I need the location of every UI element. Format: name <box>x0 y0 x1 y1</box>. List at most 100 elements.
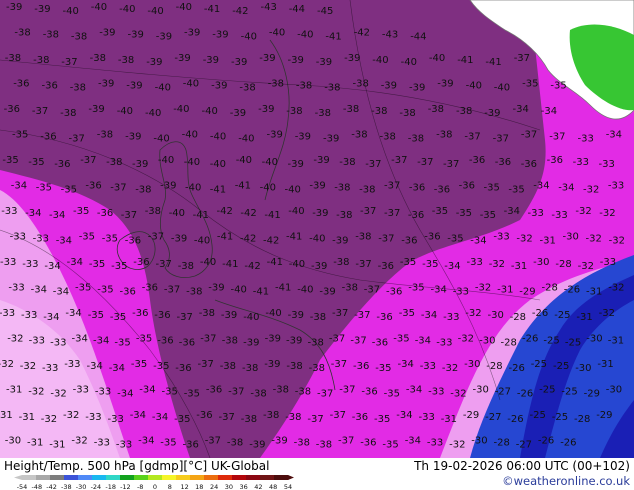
temp-label: -39 <box>344 53 360 64</box>
temp-label: -37 <box>148 232 164 243</box>
temp-label: -38 <box>310 312 326 323</box>
temp-label: -40 <box>117 106 133 117</box>
temp-label: -44 <box>289 4 305 15</box>
temp-label: -35 <box>400 257 416 268</box>
temp-label: -39 <box>484 108 500 119</box>
temp-label: -37 <box>514 53 530 64</box>
temp-label: -33 <box>453 287 469 298</box>
legend-tick-label: -54 <box>17 483 28 490</box>
temp-label: -35 <box>97 285 113 296</box>
temp-label: -31 <box>540 236 556 247</box>
temp-label: -33 <box>493 232 509 243</box>
temp-label: -33 <box>85 412 101 423</box>
temp-label: -37 <box>464 132 480 143</box>
temp-label: -35 <box>184 389 200 400</box>
temp-label: -36 <box>183 440 199 451</box>
temp-label: -37 <box>110 183 126 194</box>
temp-label: -37 <box>443 159 459 170</box>
temp-label: -34 <box>405 436 421 447</box>
temp-label: -40 <box>182 130 198 141</box>
temp-label: -30 <box>533 257 549 268</box>
temp-label: -39 <box>265 334 281 345</box>
temp-label: -30 <box>5 436 21 447</box>
temp-label: -34 <box>415 336 431 347</box>
temp-label: -40 <box>185 183 201 194</box>
temp-label: -37 <box>354 310 370 321</box>
temp-label: -39 <box>323 134 339 145</box>
temp-label: -38 <box>294 438 310 449</box>
temp-label: -39 <box>311 261 327 272</box>
temp-label: -33 <box>95 387 111 398</box>
temp-label: -40 <box>285 185 301 196</box>
temp-label: -35 <box>131 359 147 370</box>
temp-label: -37 <box>228 387 244 398</box>
site-credit[interactable]: ©weatheronline.co.uk <box>502 474 630 488</box>
temp-label: -33 <box>443 312 459 323</box>
weather-map[interactable]: -39 -39 -40 -40 -40 -40 -40 -41 -42 -43 -44 -45-38-… <box>0 0 634 458</box>
temp-label: -41 <box>222 259 238 270</box>
temp-label: -36 <box>495 157 511 168</box>
temp-label: -41 <box>325 32 341 43</box>
temp-label: -40 <box>200 257 216 268</box>
temp-label: -40 <box>147 6 163 17</box>
temp-label: -33 <box>0 308 15 319</box>
temp-label: -29 <box>596 410 612 421</box>
temp-label: -37 <box>338 436 354 447</box>
temp-label: -40 <box>91 2 107 13</box>
temp-label: -32 <box>28 387 44 398</box>
temp-label: -39 <box>313 155 329 166</box>
temp-label: -38 <box>242 363 258 374</box>
temp-label: -35 <box>522 79 538 90</box>
temp-label: -43 <box>382 30 398 41</box>
temp-label: -34 <box>406 385 422 396</box>
temp-label: -36 <box>361 387 377 398</box>
temp-label: -40 <box>210 159 226 170</box>
temp-label: -36 <box>4 104 20 115</box>
temp-label: -39 <box>211 81 227 92</box>
temp-label: -34 <box>398 359 414 370</box>
temp-label: -36 <box>133 257 149 268</box>
temp-label: -39 <box>99 28 115 39</box>
temp-label: -32 <box>442 363 458 374</box>
temp-label: -36 <box>120 287 136 298</box>
temp-label: -37 <box>355 259 371 270</box>
temp-label: -42 <box>263 236 279 247</box>
legend-tick-label: 0 <box>153 483 157 490</box>
temp-label: -36 <box>459 181 475 192</box>
temp-label: -37 <box>198 359 214 370</box>
temp-label: -35 <box>28 157 44 168</box>
legend-color-box <box>260 475 275 480</box>
legend-tick-label: 48 <box>269 483 277 490</box>
temp-label: -26 <box>509 363 525 374</box>
temp-label: -33 <box>467 257 483 268</box>
temp-label: -29 <box>463 410 479 421</box>
temp-label: -40 <box>494 83 510 94</box>
temp-label: -35 <box>422 259 438 270</box>
temp-label: -38 <box>71 32 87 43</box>
temp-label: -38 <box>241 414 257 425</box>
forecast-time: Th 19-02-2026 06:00 UTC (00+102) <box>414 459 630 473</box>
temp-label: -40 <box>183 79 199 90</box>
temp-label: -39 <box>312 208 328 219</box>
legend-color-box <box>176 475 191 480</box>
temp-label: -33 <box>94 438 110 449</box>
temp-label: -28 <box>486 361 502 372</box>
temp-label: -37 <box>177 312 193 323</box>
temp-label: -41 <box>485 57 501 68</box>
temp-label: -39 <box>126 81 142 92</box>
temp-label: -39 <box>437 79 453 90</box>
legend-tick-label: -18 <box>105 483 116 490</box>
temp-label: -35 <box>102 234 118 245</box>
temp-label: -38 <box>14 28 30 39</box>
temp-label: -40 <box>289 259 305 270</box>
temp-label: -31 <box>27 438 43 449</box>
temp-label: -38 <box>145 206 161 217</box>
temp-label: -33 <box>427 438 443 449</box>
legend-tick-label: 30 <box>225 483 233 490</box>
legend-color-box <box>246 475 261 480</box>
temp-label: -38 <box>220 361 236 372</box>
temp-label: -34 <box>558 183 574 194</box>
temp-label: -38 <box>333 257 349 268</box>
temp-label: -38 <box>118 55 134 66</box>
legend-color-box <box>92 475 107 480</box>
